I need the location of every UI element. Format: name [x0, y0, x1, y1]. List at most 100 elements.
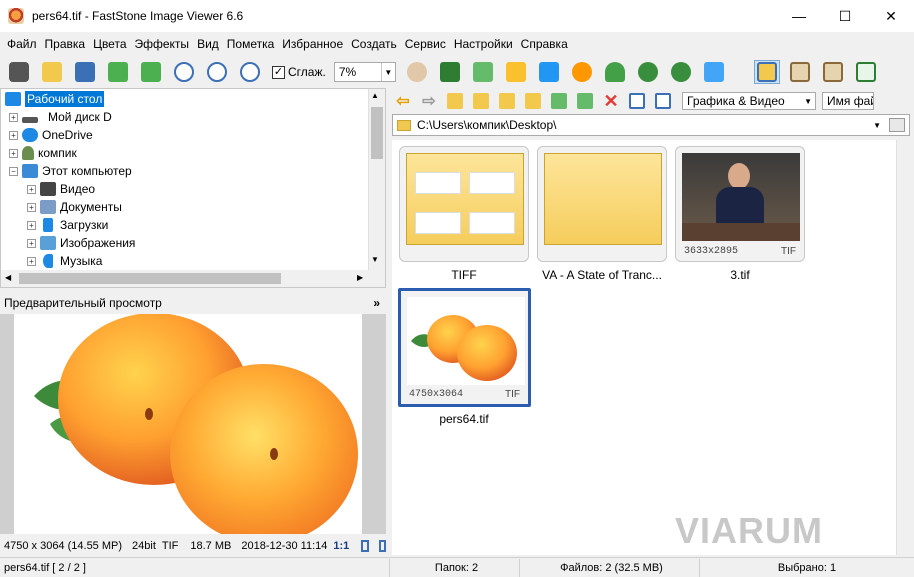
- cb-button[interactable]: [536, 60, 562, 84]
- menu-tools[interactable]: Сервис: [401, 32, 450, 56]
- path-input[interactable]: C:\Users\компик\Desktop\: [417, 118, 556, 132]
- preview-header: Предварительный просмотр »: [0, 293, 386, 313]
- thumbnail-pers64-tif[interactable]: 4750x3064 TIF: [398, 288, 531, 407]
- thumbnail-area[interactable]: TIFF VA - A State of Tranc... 3633x2895 …: [392, 140, 914, 555]
- tree-item-drive-d[interactable]: + Мой диск D: [9, 108, 112, 126]
- expand-icon[interactable]: +: [27, 256, 36, 266]
- thumbnail-3-tif[interactable]: 3633x2895 TIF: [675, 146, 805, 262]
- scrollbar-thumb[interactable]: [371, 107, 383, 159]
- menu-file[interactable]: Файл: [3, 32, 41, 56]
- rotate-left-button[interactable]: [635, 60, 661, 84]
- tree-horizontal-scrollbar[interactable]: ◀ ▶: [1, 270, 370, 287]
- tree-item-music[interactable]: + Музыка: [27, 252, 102, 270]
- smooth-checkbox[interactable]: ✓ Сглаж.: [272, 65, 326, 79]
- menu-tag[interactable]: Пометка: [223, 32, 279, 56]
- resize-button[interactable]: [503, 60, 529, 84]
- export-button[interactable]: [470, 60, 496, 84]
- collapse-preview-icon[interactable]: »: [373, 296, 380, 310]
- fullscreen-icon[interactable]: [378, 540, 386, 552]
- prev-button[interactable]: [105, 60, 131, 84]
- stamp-button[interactable]: [602, 60, 628, 84]
- brightness-button[interactable]: [569, 60, 595, 84]
- close-button[interactable]: ✕: [868, 0, 914, 32]
- thumbnail-tiff-folder[interactable]: [399, 146, 529, 262]
- folder-tree[interactable]: Рабочий стол + Мой диск D + OneDrive + к…: [0, 88, 386, 288]
- expand-icon[interactable]: +: [9, 148, 18, 158]
- chevron-down-icon[interactable]: ▼: [873, 121, 881, 130]
- zoom-out-button[interactable]: [204, 60, 230, 84]
- open-button[interactable]: [39, 60, 65, 84]
- fit-window-icon[interactable]: [361, 540, 369, 552]
- filter-select[interactable]: Графика & Видео ▼: [682, 92, 816, 110]
- bin-icon[interactable]: [889, 118, 905, 132]
- menu-effects[interactable]: Эффекты: [131, 32, 194, 56]
- refresh-button[interactable]: [470, 91, 492, 111]
- up-folder-button[interactable]: [444, 91, 466, 111]
- next-button[interactable]: [138, 60, 164, 84]
- layout-2-button[interactable]: [787, 60, 813, 84]
- sort-select[interactable]: Имя фай: [822, 92, 874, 110]
- scrollbar-thumb[interactable]: [19, 273, 281, 284]
- tree-item-downloads[interactable]: + Загрузки: [27, 216, 108, 234]
- fullscreen-button[interactable]: [853, 60, 879, 84]
- expand-icon[interactable]: +: [9, 130, 18, 140]
- path-bar[interactable]: C:\Users\компик\Desktop\ ▼: [392, 114, 910, 136]
- camera-button[interactable]: [6, 60, 32, 84]
- filmstrip-button[interactable]: [437, 60, 463, 84]
- menu-help[interactable]: Справка: [517, 32, 572, 56]
- tree-vertical-scrollbar[interactable]: ▲ ▼: [368, 89, 385, 287]
- select-all-button[interactable]: [626, 91, 648, 111]
- list-icon: [655, 93, 671, 109]
- back-button[interactable]: ⇦: [392, 91, 414, 111]
- expand-icon[interactable]: +: [9, 112, 18, 122]
- save-button[interactable]: [72, 60, 98, 84]
- expand-icon[interactable]: +: [27, 184, 36, 194]
- checklist-button[interactable]: [701, 60, 727, 84]
- zoom-select[interactable]: 7% ▼: [333, 62, 396, 82]
- forward-button[interactable]: ⇨: [418, 91, 440, 111]
- layout-3-button[interactable]: [820, 60, 846, 84]
- favorites-button[interactable]: [496, 91, 518, 111]
- minimize-button[interactable]: —: [776, 0, 822, 32]
- tree-item-this-pc[interactable]: − Этот компьютер: [9, 162, 132, 180]
- layout-1-button[interactable]: [753, 60, 780, 84]
- fullscreen-icon: [855, 62, 876, 82]
- expand-icon[interactable]: +: [27, 202, 36, 212]
- stamp-icon: [604, 62, 625, 82]
- actual-size-ratio[interactable]: 1:1: [333, 540, 349, 552]
- peach-image: [34, 314, 358, 534]
- collapse-icon[interactable]: −: [9, 166, 18, 176]
- copy-to-button[interactable]: [548, 91, 570, 111]
- hand-tool-button[interactable]: [404, 60, 430, 84]
- tree-item-documents[interactable]: + Документы: [27, 198, 122, 216]
- thumbnail-va-folder[interactable]: [537, 146, 667, 262]
- scroll-right-icon[interactable]: ▶: [357, 273, 363, 282]
- move-to-button[interactable]: [574, 91, 596, 111]
- zoom-in-button[interactable]: [171, 60, 197, 84]
- new-folder-button[interactable]: [522, 91, 544, 111]
- tree-item-onedrive[interactable]: + OneDrive: [9, 126, 93, 144]
- smooth-checkbox-box[interactable]: ✓: [272, 65, 285, 79]
- thumbnail-scrollbar[interactable]: [896, 140, 914, 555]
- menu-colors[interactable]: Цвета: [89, 32, 130, 56]
- desktop-icon: [5, 92, 21, 106]
- delete-button[interactable]: ✕: [600, 91, 622, 111]
- scroll-up-icon[interactable]: ▲: [371, 91, 379, 100]
- menu-favorites[interactable]: Избранное: [278, 32, 347, 56]
- actual-size-button[interactable]: [237, 60, 263, 84]
- tree-item-images[interactable]: + Изображения: [27, 234, 135, 252]
- expand-icon[interactable]: +: [27, 238, 36, 248]
- menu-settings[interactable]: Настройки: [450, 32, 517, 56]
- tree-item-video[interactable]: + Видео: [27, 180, 95, 198]
- expand-icon[interactable]: +: [27, 220, 36, 230]
- scroll-left-icon[interactable]: ◀: [5, 273, 11, 282]
- maximize-button[interactable]: ☐: [822, 0, 868, 32]
- rotate-right-button[interactable]: [668, 60, 694, 84]
- menu-create[interactable]: Создать: [347, 32, 401, 56]
- scroll-down-icon[interactable]: ▼: [371, 255, 379, 264]
- menu-edit[interactable]: Правка: [41, 32, 90, 56]
- tree-item-desktop[interactable]: Рабочий стол: [5, 90, 105, 108]
- menu-view[interactable]: Вид: [193, 32, 223, 56]
- tree-item-user[interactable]: + компик: [9, 144, 77, 162]
- view-mode-button[interactable]: [652, 91, 674, 111]
